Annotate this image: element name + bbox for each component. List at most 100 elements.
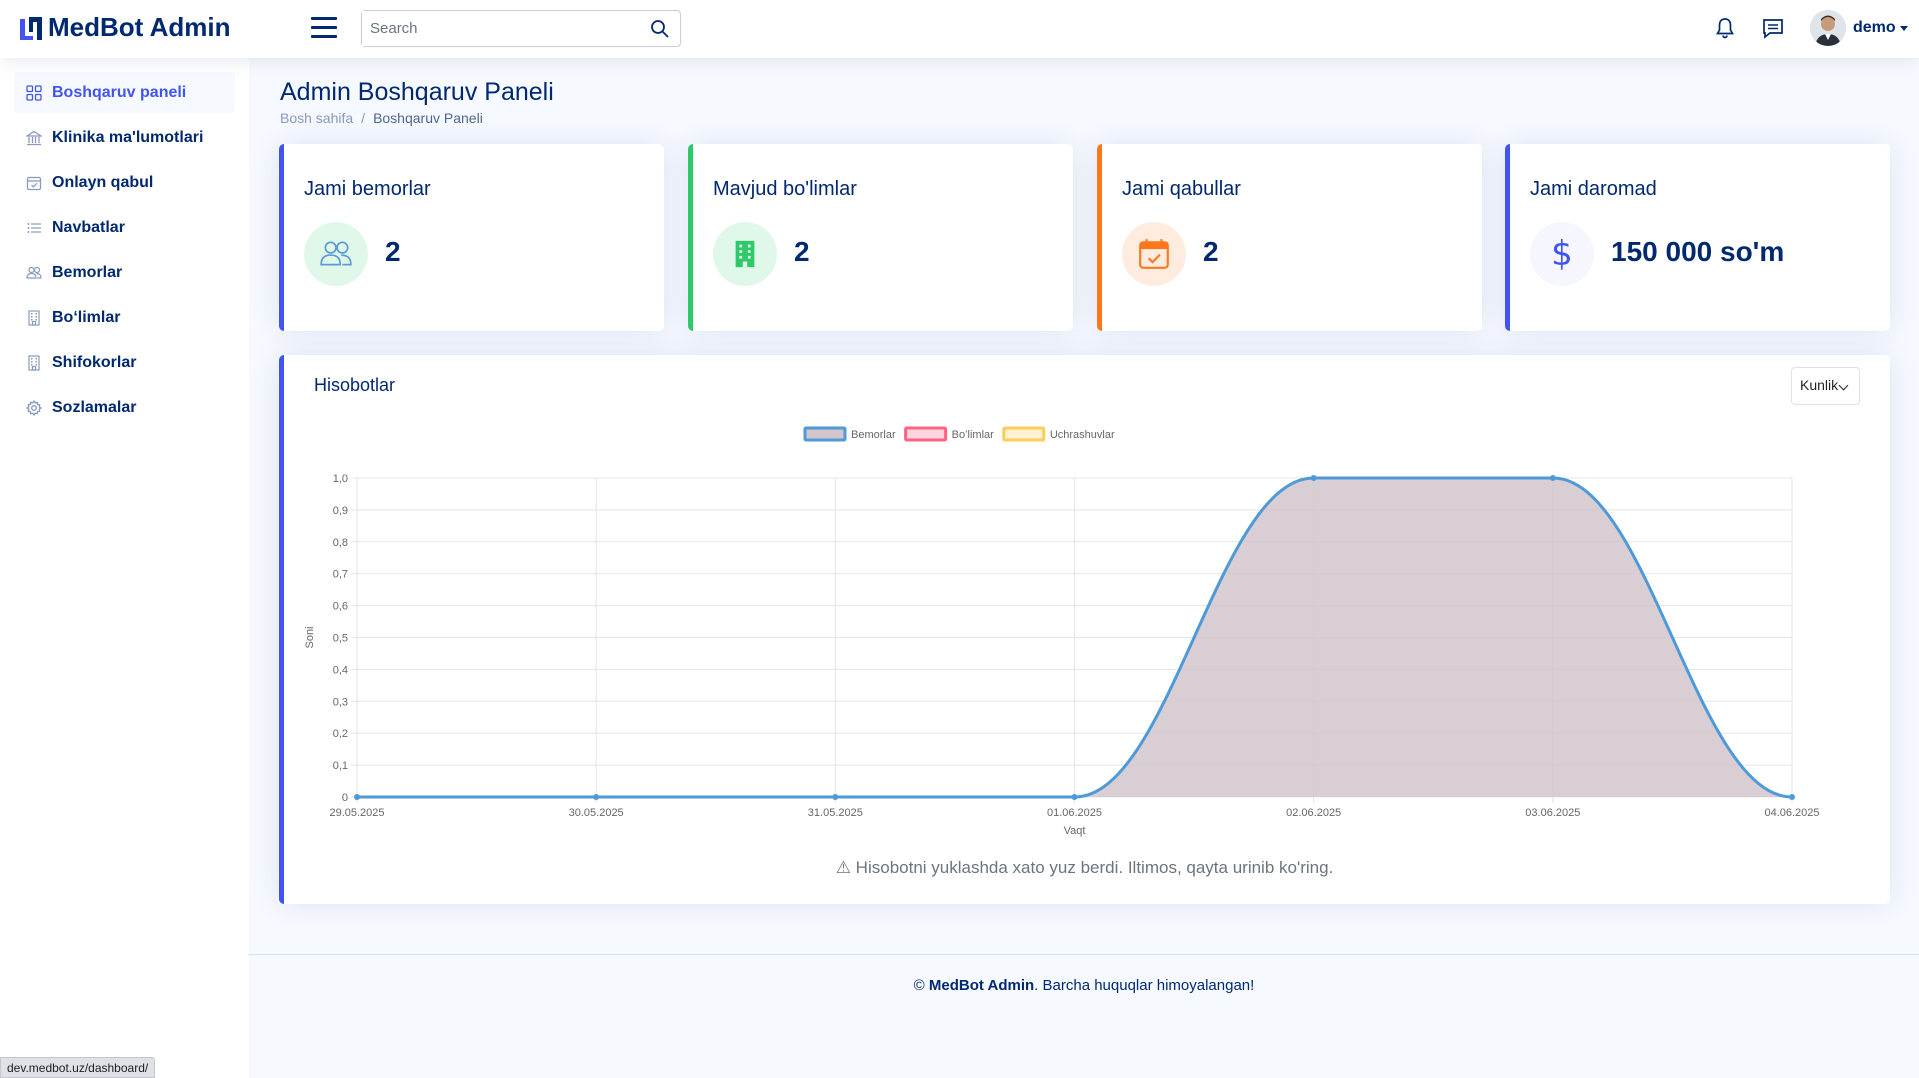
user-name: demo [1853,19,1896,36]
sidebar: Boshqaruv paneli Klinika ma'lumotlari On… [0,58,249,1078]
y-axis-label: Soni [304,626,316,648]
hamburger-line [311,26,337,29]
card-accent-bar [688,144,693,331]
calendar-check-icon [1139,239,1169,269]
page-title: Admin Boshqaruv Paneli [280,78,554,106]
status-bar-url: dev.medbot.uz/dashboard/ [0,1057,156,1078]
logo[interactable]: MedBot Admin [18,12,230,43]
breadcrumb-home-link[interactable]: Bosh sahifa [280,110,353,126]
x-tick-label: 04.06.2025 [1764,807,1819,819]
card-accent-bar [279,144,284,331]
list-icon [27,222,41,233]
sidebar-item-label: Onlayn qabul [52,173,154,191]
y-tick-label: 0,2 [333,728,348,740]
card-accent-bar [1097,144,1102,331]
stat-title: Jami bemorlar [304,178,431,200]
calendar-check-icon [26,176,42,190]
stat-value: 2 [794,236,810,267]
top-header: MedBot Admin demo [0,0,1919,58]
search-icon[interactable] [650,19,670,39]
report-card: Hisobotlar Kunlik 0 0,1 0,2 0,3 0,4 0,5 0,6 0,7… [279,355,1890,904]
data-point [1310,475,1317,481]
x-tick-label: 02.06.2025 [1286,807,1341,819]
y-tick-label: 0,8 [333,537,348,549]
stat-value: 2 [1203,236,1219,267]
sidebar-item-queues[interactable]: Navbatlar [14,207,235,248]
report-chart: 0 0,1 0,2 0,3 0,4 0,5 0,6 0,7 0,8 0,9 1,0 29.05.202… [304,426,1820,837]
copyright-symbol: © [913,977,925,994]
stat-icon-wrap [304,222,368,286]
menu-toggle-button[interactable] [311,17,337,39]
bank-icon [26,130,42,145]
stat-title: Jami qabullar [1122,178,1241,200]
data-point [354,794,360,800]
sidebar-item-patients[interactable]: Bemorlar [14,252,235,293]
y-tick-label: 0,5 [333,633,348,645]
sidebar-item-doctors[interactable]: Shifokorlar [14,342,235,383]
hamburger-line [311,35,337,38]
people-icon [26,266,42,279]
y-tick-label: 0,1 [333,760,348,772]
sidebar-item-label: Navbatlar [52,218,125,236]
stat-title: Jami daromad [1530,178,1657,200]
legend-label: Bemorlar [851,429,896,441]
sidebar-item-label: Bemorlar [52,263,123,281]
caret-down-icon [1899,25,1908,31]
footer-text: . Barcha huquqlar himoyalangan! [1034,977,1255,994]
breadcrumb-current: Boshqaruv Paneli [373,110,483,126]
sidebar-item-settings[interactable]: Sozlamalar [14,387,235,428]
sidebar-item-online-booking[interactable]: Onlayn qabul [14,162,235,203]
grid-icon [26,84,42,101]
people-icon [320,241,352,266]
sidebar-item-clinic-info[interactable]: Klinika ma'lumotlari [14,117,235,158]
y-tick-label: 0,7 [333,569,348,581]
legend-swatch [904,426,948,442]
footer: © MedBot Admin. Barcha huquqlar himoyala… [249,977,1919,994]
data-point [832,794,839,800]
main-content: Admin Boshqaruv Paneli Bosh sahifa / Bos… [249,58,1919,1078]
sidebar-item-label: Shifokorlar [52,353,137,371]
data-point [1789,794,1795,800]
avatar [1810,10,1846,46]
y-tick-label: 0,9 [333,505,348,517]
data-point [1549,475,1556,481]
sidebar-item-departments[interactable]: Boʻlimlar [14,297,235,338]
sidebar-item-label: Sozlamalar [52,398,137,416]
sidebar-item-label: Klinika ma'lumotlari [52,128,204,146]
legend-label: Boʻlimlar [952,429,995,441]
sidebar-item-dashboard[interactable]: Boshqaruv paneli [14,72,235,113]
data-point [593,794,600,800]
x-tick-label: 01.06.2025 [1047,807,1102,819]
logo-icon [20,16,42,40]
x-tick-label: 03.06.2025 [1525,807,1580,819]
search-input[interactable] [362,11,632,46]
stat-card-departments: Mavjud bo'limlar 2 [688,144,1073,331]
app-title: MedBot Admin [48,12,231,42]
bell-icon[interactable] [1713,16,1737,40]
breadcrumb: Bosh sahifa / Boshqaruv Paneli [280,110,483,126]
profile-dropdown[interactable]: demo [1810,10,1908,46]
card-accent-bar [1505,144,1510,331]
building-icon [28,309,40,326]
stat-card-patients: Jami bemorlar 2 [279,144,664,331]
data-point [1071,794,1078,800]
footer-divider [249,954,1919,955]
chat-icon[interactable] [1761,16,1785,40]
stat-title: Mavjud bo'limlar [713,178,857,200]
stat-value: 150 000 so'm [1611,236,1785,267]
user-avatar-icon [1810,10,1846,46]
y-tick-label: 0,3 [333,696,348,708]
breadcrumb-separator: / [361,110,366,126]
y-tick-label: 0,4 [333,664,348,676]
search-box [361,10,681,47]
building-icon [735,240,755,268]
legend-swatch [803,426,847,442]
legend-swatch [1002,426,1046,442]
stat-value: 2 [385,236,401,267]
stat-icon-wrap [713,222,777,286]
stat-icon-wrap: $ [1530,222,1594,286]
x-tick-label: 30.05.2025 [569,807,624,819]
x-axis-label: Vaqt [1064,825,1086,837]
y-tick-label: 0,6 [333,601,348,613]
stat-card-revenue: Jami daromad $ 150 000 so'm [1505,144,1890,331]
